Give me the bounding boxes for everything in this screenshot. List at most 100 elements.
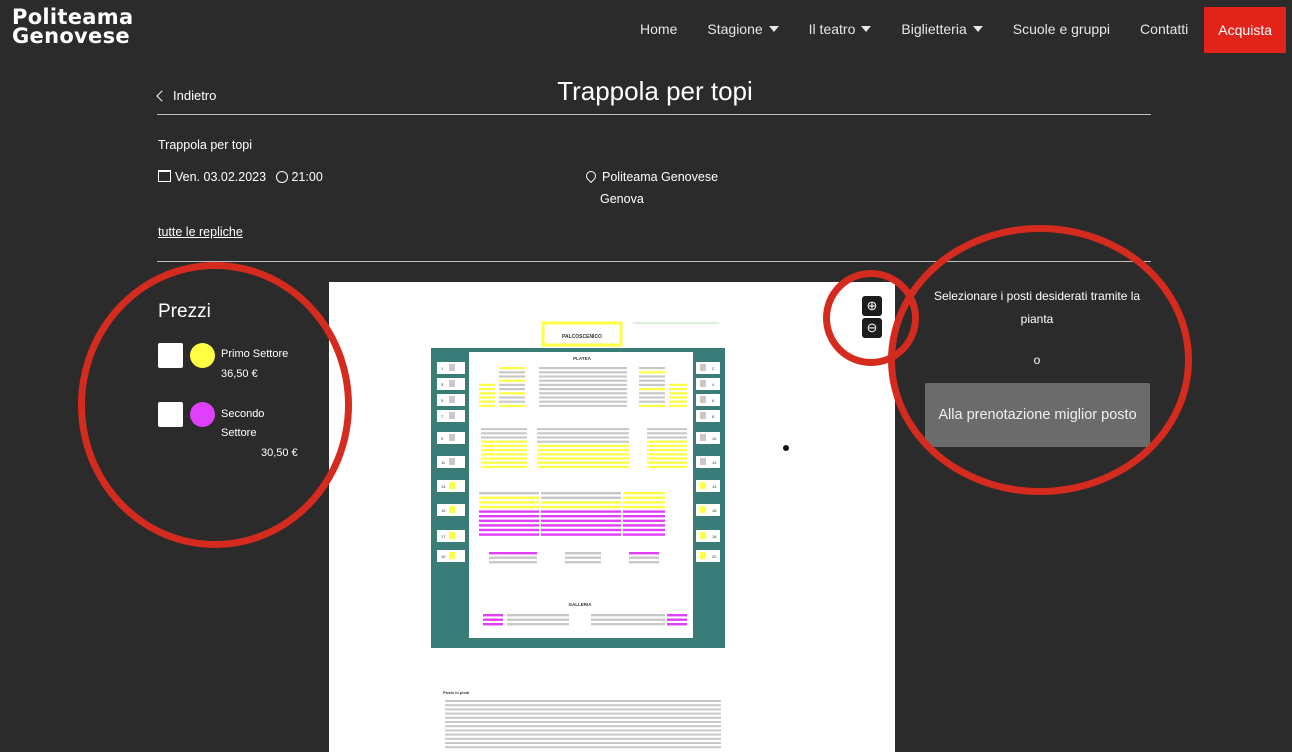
box-seat-marker [449, 482, 455, 489]
seat-map-svg[interactable]: PALCOSCENICO 135791113151719 24681012141… [329, 282, 895, 752]
seat-block [541, 501, 621, 504]
box-seat-marker [700, 552, 706, 559]
box-seat-right [696, 378, 720, 390]
event-name: Trappola per topi [158, 138, 253, 152]
nav-stagione[interactable]: Stagione [707, 20, 779, 37]
seat-block [541, 515, 621, 518]
seat-block [667, 614, 687, 617]
box-seat-marker [449, 458, 455, 465]
seat-block [479, 510, 539, 513]
calendar-icon [158, 170, 171, 182]
seat-block [539, 392, 627, 395]
seat-block [481, 444, 527, 447]
nav-il-teatro-label: Il teatro [808, 20, 856, 37]
box-seat-marker [449, 380, 455, 387]
seat-block [639, 383, 665, 386]
seat-block [479, 392, 495, 395]
caret-down-icon [972, 25, 983, 32]
standing-row [445, 733, 721, 736]
event-date-time: Ven. 03.02.2023 21:00 [158, 170, 323, 184]
box-number-label: 13 [441, 484, 446, 489]
seat-block [481, 436, 527, 439]
seat-block [639, 371, 665, 374]
seat-block [541, 519, 621, 522]
seat-block [479, 505, 539, 509]
seat-block [479, 501, 539, 504]
seat-block [647, 461, 687, 464]
seat-block [481, 428, 527, 431]
seat-block [647, 444, 687, 447]
venue-name: Politeama Genovese [602, 170, 719, 184]
box-seat-marker [700, 506, 706, 513]
seat-block [481, 440, 527, 443]
seat-block [647, 465, 687, 468]
seat-map[interactable]: PALCOSCENICO 1 3 5 7 9 11 13 15 17 19 2 4 6 8 10 12 14 1… [329, 282, 895, 752]
seat-block [541, 492, 621, 495]
seat-block [539, 396, 627, 399]
seat-block [539, 388, 627, 391]
nav-il-teatro[interactable]: Il teatro [809, 21, 872, 37]
seat-block [481, 465, 527, 468]
nav-contatti-label: Contatti [1140, 20, 1189, 37]
seat-block [591, 614, 665, 617]
seat-block [481, 449, 527, 452]
box-seat-right [696, 362, 720, 374]
hall-frame-bottom [433, 638, 723, 648]
seat-block [629, 552, 659, 555]
seat-block [669, 400, 687, 403]
nav-stagione-label: Stagione [707, 20, 763, 37]
seat-block [565, 552, 601, 555]
seat-block [539, 404, 627, 407]
acquista-button[interactable]: Acquista [1204, 6, 1286, 53]
seat-block [499, 379, 525, 382]
page-title: Trappola per topi [557, 76, 753, 106]
seat-block [479, 496, 539, 499]
seat-block [629, 556, 659, 559]
box-number-label: 19 [441, 554, 446, 559]
seat-block [479, 528, 539, 532]
seat-block [639, 375, 665, 378]
seat-block [639, 396, 665, 399]
seat-block [623, 519, 665, 522]
seat-block [669, 404, 687, 407]
seat-block [539, 371, 627, 374]
nav-home[interactable]: Home [640, 21, 677, 37]
annotation-circle-prices [78, 262, 352, 548]
caret-down-icon [768, 25, 779, 32]
box-seat-marker [449, 532, 455, 539]
seat-block [541, 524, 621, 527]
seat-block [489, 556, 537, 559]
left-boxes-column [433, 350, 469, 640]
standing-row [445, 712, 721, 715]
event-date: Ven. 03.02.2023 [175, 170, 267, 184]
standing-row [445, 725, 721, 728]
seat-block [639, 392, 665, 395]
all-dates-link[interactable]: tutte le repliche [158, 225, 243, 239]
seat-block [537, 461, 629, 464]
stage-label: PALCOSCENICO [562, 334, 602, 340]
nav-contatti[interactable]: Contatti [1140, 21, 1188, 37]
seat-block [629, 561, 659, 564]
seat-block [541, 528, 621, 532]
seat-block [541, 510, 621, 513]
standing-row [445, 700, 721, 702]
seat-block [479, 404, 495, 407]
box-number-label: 14 [712, 484, 717, 489]
seat-block [623, 505, 665, 509]
nav-biglietteria[interactable]: Biglietteria [901, 21, 983, 37]
seat-block [537, 440, 629, 443]
site-logo[interactable]: Politeama Genovese [12, 7, 133, 47]
seat-block [647, 436, 687, 439]
seat-block [541, 496, 621, 499]
seat-block [669, 396, 687, 399]
seat-block [481, 453, 527, 456]
nav-scuole-gruppi[interactable]: Scuole e gruppi [1013, 21, 1110, 37]
seat-block [479, 519, 539, 522]
box-seat-marker [449, 552, 455, 559]
seat-block [623, 524, 665, 527]
seat-block [669, 383, 687, 386]
seat-block [537, 428, 629, 431]
location-pin-icon [583, 168, 599, 184]
venue-city: Genova [600, 192, 644, 206]
seat-block [479, 396, 495, 399]
